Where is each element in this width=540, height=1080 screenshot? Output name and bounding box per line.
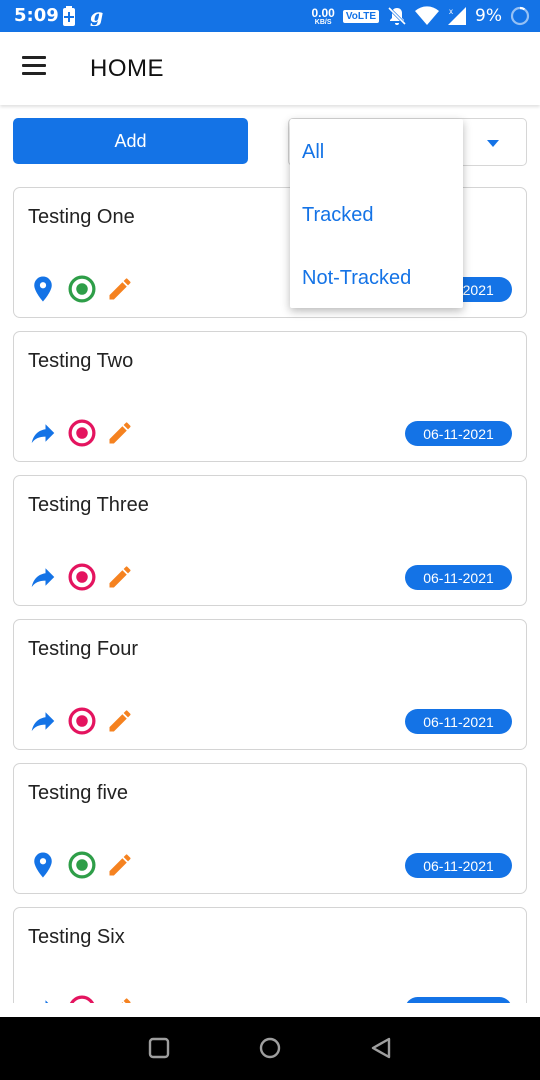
share-arrow-icon[interactable] (28, 706, 58, 736)
edit-pencil-icon[interactable] (106, 563, 134, 591)
recents-button-icon[interactable] (148, 1037, 170, 1059)
item-actions (28, 850, 134, 880)
status-bar: 5:09 g 0.00 KB/S VoLTE x 9% (0, 0, 540, 32)
cell-signal-icon: x (448, 7, 467, 25)
mute-notifications-icon (387, 6, 407, 26)
list-item[interactable]: Testing five 06-11-2021 (13, 763, 527, 894)
back-button-icon[interactable] (370, 1037, 392, 1059)
date-badge: 06-11-2021 (405, 421, 512, 446)
filter-option-not-tracked[interactable]: Not-Tracked (302, 267, 411, 290)
date-badge: 06-11-2021 (405, 709, 512, 734)
date-badge (405, 997, 512, 1003)
item-actions (28, 994, 134, 1003)
svg-text:x: x (449, 7, 453, 16)
item-list[interactable]: Testing One 06-11-2021 Testing Two 06-11-20… (0, 187, 540, 1003)
not-tracked-target-icon[interactable] (67, 418, 97, 448)
item-title: Testing Three (28, 494, 149, 516)
item-title: Testing Two (28, 350, 134, 372)
filter-dropdown-menu: All Tracked Not-Tracked (290, 119, 463, 308)
battery-saver-icon (63, 6, 75, 26)
app-bar: HOME (0, 32, 540, 105)
volte-badge: VoLTE (342, 9, 380, 23)
edit-pencil-icon[interactable] (106, 707, 134, 735)
not-tracked-target-icon[interactable] (67, 994, 97, 1003)
edit-pencil-icon[interactable] (106, 275, 134, 303)
edit-pencil-icon[interactable] (106, 995, 134, 1003)
add-button[interactable]: Add (13, 118, 248, 164)
home-button-icon[interactable] (258, 1037, 282, 1059)
list-item[interactable]: Testing Four 06-11-2021 (13, 619, 527, 750)
list-item[interactable]: Testing Three 06-11-2021 (13, 475, 527, 606)
battery-ring-icon (510, 6, 530, 26)
wifi-icon (415, 6, 440, 26)
share-arrow-icon[interactable] (28, 418, 58, 448)
dropdown-caret-icon (487, 140, 499, 147)
svg-text:g: g (90, 6, 103, 26)
app-notification-icon: g (90, 6, 103, 26)
tracked-target-icon[interactable] (67, 850, 97, 880)
item-title: Testing One (28, 206, 135, 228)
location-pin-icon[interactable] (28, 274, 58, 304)
battery-percentage: 9% (475, 6, 502, 26)
list-item[interactable]: Testing Two 06-11-2021 (13, 331, 527, 462)
item-title: Testing Four (28, 638, 139, 660)
item-actions (28, 274, 134, 304)
filter-option-tracked[interactable]: Tracked (302, 204, 374, 227)
page-title: HOME (90, 55, 164, 82)
location-pin-icon[interactable] (28, 850, 58, 880)
edit-pencil-icon[interactable] (106, 851, 134, 879)
item-title: Testing Six (28, 926, 125, 948)
edit-pencil-icon[interactable] (106, 419, 134, 447)
item-actions (28, 562, 134, 592)
filter-option-all[interactable]: All (302, 141, 324, 164)
date-badge: 06-11-2021 (405, 853, 512, 878)
not-tracked-target-icon[interactable] (67, 562, 97, 592)
not-tracked-target-icon[interactable] (67, 706, 97, 736)
tracked-target-icon[interactable] (67, 274, 97, 304)
item-actions (28, 706, 134, 736)
date-badge: 06-11-2021 (405, 565, 512, 590)
status-indicators: 0.00 KB/S VoLTE x 9% (311, 3, 530, 29)
item-title: Testing five (28, 782, 129, 804)
share-arrow-icon[interactable] (28, 994, 58, 1003)
list-item[interactable]: Testing Six (13, 907, 527, 1003)
status-time: 5:09 (14, 5, 59, 26)
hamburger-menu-icon[interactable] (22, 56, 48, 78)
item-actions (28, 418, 134, 448)
share-arrow-icon[interactable] (28, 562, 58, 592)
net-speed: 0.00 KB/S (311, 5, 335, 26)
system-nav-bar (0, 1017, 540, 1080)
